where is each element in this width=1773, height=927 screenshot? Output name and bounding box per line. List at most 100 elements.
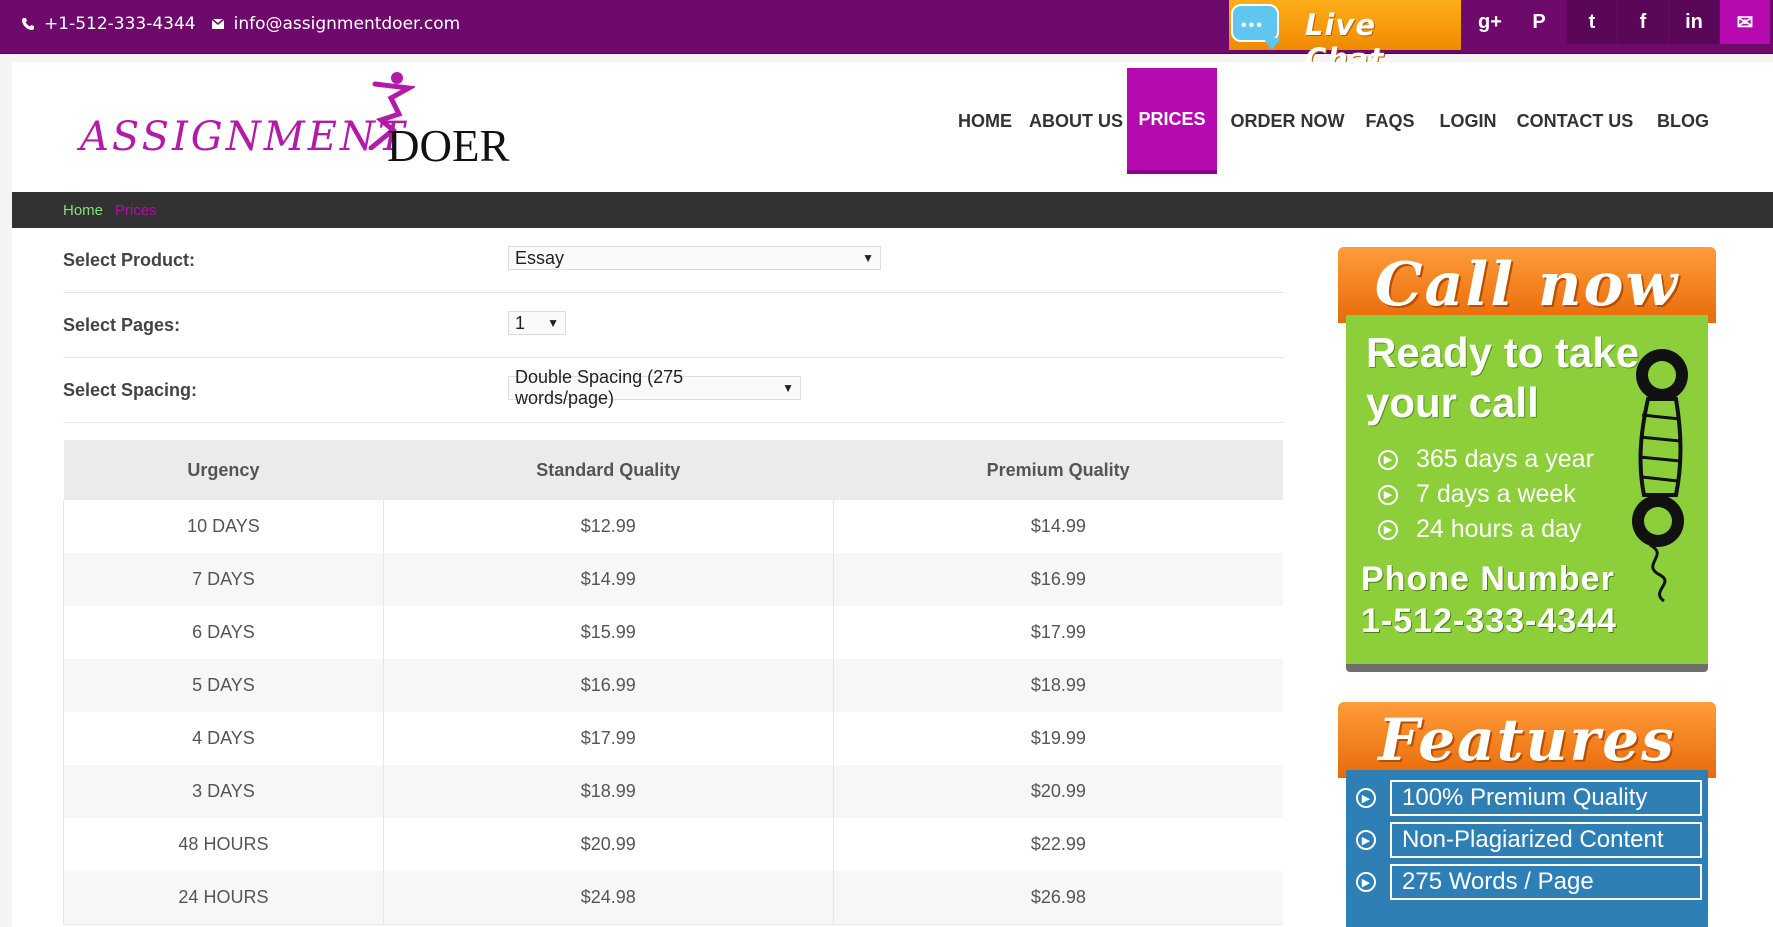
feature-label: Non-Plagiarized Content <box>1390 822 1702 858</box>
arrow-circle-icon: ▶ <box>1356 872 1376 892</box>
feature-label: 275 Words / Page <box>1390 864 1702 900</box>
product-row: Select Product: Essay ▼ <box>63 228 1283 293</box>
nav-order-now[interactable]: ORDER NOW <box>1225 68 1350 174</box>
premium-price-cell: $16.99 <box>833 553 1283 606</box>
call-now-header: Call now <box>1338 247 1716 323</box>
breadcrumb-current: Prices <box>115 202 157 219</box>
table-row: 7 DAYS $14.99 $16.99 <box>63 553 1283 606</box>
nav-prices[interactable]: PRICES <box>1127 68 1217 174</box>
standard-price-cell: $24.98 <box>383 871 834 925</box>
email-icon <box>210 16 226 32</box>
breadcrumb: Home Prices <box>12 192 1773 228</box>
tumblr-icon[interactable]: t <box>1567 0 1617 44</box>
breadcrumb-home[interactable]: Home <box>63 202 103 219</box>
pages-label: Select Pages: <box>63 315 181 335</box>
site-logo[interactable]: ASSIGNMENT DOER <box>70 70 540 185</box>
dropdown-caret-icon: ▼ <box>547 316 559 330</box>
dropdown-caret-icon: ▼ <box>782 381 794 395</box>
call-bullet: ▶ 24 hours a day <box>1378 515 1581 544</box>
call-now-banner[interactable]: Call now Ready to take your call ▶ 365 da… <box>1338 247 1716 672</box>
premium-price-cell: $18.99 <box>833 659 1283 712</box>
phone-link[interactable]: +1-512-333-4344 <box>44 14 196 34</box>
logo-text-doer: DOER <box>387 121 510 171</box>
pricing-table: Urgency Standard Quality Premium Quality… <box>63 440 1283 925</box>
pages-select-value: 1 <box>515 312 526 333</box>
table-header-row: Urgency Standard Quality Premium Quality <box>63 440 1283 500</box>
premium-price-cell: $26.98 <box>833 871 1283 925</box>
table-row: 24 HOURS $24.98 $26.98 <box>63 871 1283 925</box>
top-bar: +1-512-333-4344 info@assignmentdoer.com … <box>0 0 1773 76</box>
urgency-cell: 6 DAYS <box>63 606 384 659</box>
table-row: 10 DAYS $12.99 $14.99 <box>63 500 1283 553</box>
product-label: Select Product: <box>63 250 196 270</box>
nav-login[interactable]: LOGIN <box>1428 68 1508 174</box>
arrow-circle-icon: ▶ <box>1378 484 1398 505</box>
nav-contact-us[interactable]: CONTACT US <box>1512 68 1638 174</box>
col-standard-quality: Standard Quality <box>383 440 834 500</box>
call-line-2: your call <box>1366 379 1539 426</box>
features-banner: Features ▶ 100% Premium Quality ▶ Non-Pl… <box>1338 702 1716 927</box>
col-urgency: Urgency <box>63 440 384 500</box>
contact-info: +1-512-333-4344 info@assignmentdoer.com <box>20 0 474 48</box>
standard-price-cell: $14.99 <box>383 553 834 606</box>
call-bullet: ▶ 365 days a year <box>1378 445 1594 474</box>
table-row: 4 DAYS $17.99 $19.99 <box>63 712 1283 765</box>
google-plus-icon[interactable]: g+ <box>1468 0 1512 44</box>
spacing-row: Select Spacing: Double Spacing (275 word… <box>63 358 1283 423</box>
standard-price-cell: $18.99 <box>383 765 834 818</box>
urgency-cell: 5 DAYS <box>63 659 384 712</box>
standard-price-cell: $17.99 <box>383 712 834 765</box>
chat-bubble-icon: ••• <box>1231 4 1281 50</box>
call-now-title: Call now <box>1374 250 1680 320</box>
urgency-cell: 10 DAYS <box>63 500 384 553</box>
mail-icon[interactable]: ✉ <box>1720 0 1770 44</box>
phone-number-label: Phone Number <box>1361 560 1615 598</box>
arrow-circle-icon: ▶ <box>1356 830 1376 850</box>
col-premium-quality: Premium Quality <box>833 440 1283 500</box>
urgency-cell: 7 DAYS <box>63 553 384 606</box>
site-header: ASSIGNMENT DOER <box>12 62 1773 192</box>
premium-price-cell: $17.99 <box>833 606 1283 659</box>
email-link[interactable]: info@assignmentdoer.com <box>234 14 461 34</box>
arrow-circle-icon: ▶ <box>1378 449 1398 470</box>
nav-blog[interactable]: BLOG <box>1645 68 1721 174</box>
feature-item: ▶ 275 Words / Page <box>1356 864 1702 900</box>
standard-price-cell: $12.99 <box>383 500 834 553</box>
facebook-icon[interactable]: f <box>1618 0 1668 44</box>
linkedin-icon[interactable]: in <box>1669 0 1719 44</box>
pages-row: Select Pages: 1 ▼ <box>63 293 1283 358</box>
nav-faqs[interactable]: FAQS <box>1355 68 1425 174</box>
call-bullet-text: 7 days a week <box>1416 480 1576 508</box>
standard-price-cell: $15.99 <box>383 606 834 659</box>
urgency-cell: 3 DAYS <box>63 765 384 818</box>
telephone-handset-icon <box>1632 349 1688 603</box>
table-row: 6 DAYS $15.99 $17.99 <box>63 606 1283 659</box>
pages-select[interactable]: 1 ▼ <box>508 311 566 335</box>
feature-item: ▶ Non-Plagiarized Content <box>1356 822 1702 858</box>
feature-item: ▶ 100% Premium Quality <box>1356 780 1702 816</box>
premium-price-cell: $19.99 <box>833 712 1283 765</box>
features-header: Features <box>1338 702 1716 778</box>
pinterest-icon[interactable]: P <box>1517 0 1561 44</box>
phone-icon <box>20 16 36 32</box>
call-bullet-text: 24 hours a day <box>1416 515 1582 543</box>
urgency-cell: 4 DAYS <box>63 712 384 765</box>
feature-label: 100% Premium Quality <box>1390 780 1702 816</box>
standard-price-cell: $16.99 <box>383 659 834 712</box>
live-chat-button[interactable]: ••• Live Chat <box>1229 0 1461 76</box>
call-now-body: Ready to take your call ▶ 365 days a year… <box>1346 315 1708 672</box>
nav-about-us[interactable]: ABOUT US <box>1016 68 1136 174</box>
premium-price-cell: $14.99 <box>833 500 1283 553</box>
spacing-select-value: Double Spacing (275 words/page) <box>515 367 684 408</box>
call-bullet: ▶ 7 days a week <box>1378 480 1576 509</box>
spacing-select[interactable]: Double Spacing (275 words/page) ▼ <box>508 367 801 408</box>
urgency-cell: 24 HOURS <box>63 871 384 925</box>
urgency-cell: 48 HOURS <box>63 818 384 871</box>
phone-number-value: 1-512-333-4344 <box>1361 602 1617 640</box>
arrow-circle-icon: ▶ <box>1356 788 1376 808</box>
premium-price-cell: $22.99 <box>833 818 1283 871</box>
product-select[interactable]: Essay ▼ <box>508 246 881 270</box>
table-row: 48 HOURS $20.99 $22.99 <box>63 818 1283 871</box>
product-select-value: Essay <box>515 247 565 268</box>
call-line-1: Ready to take <box>1366 329 1640 376</box>
